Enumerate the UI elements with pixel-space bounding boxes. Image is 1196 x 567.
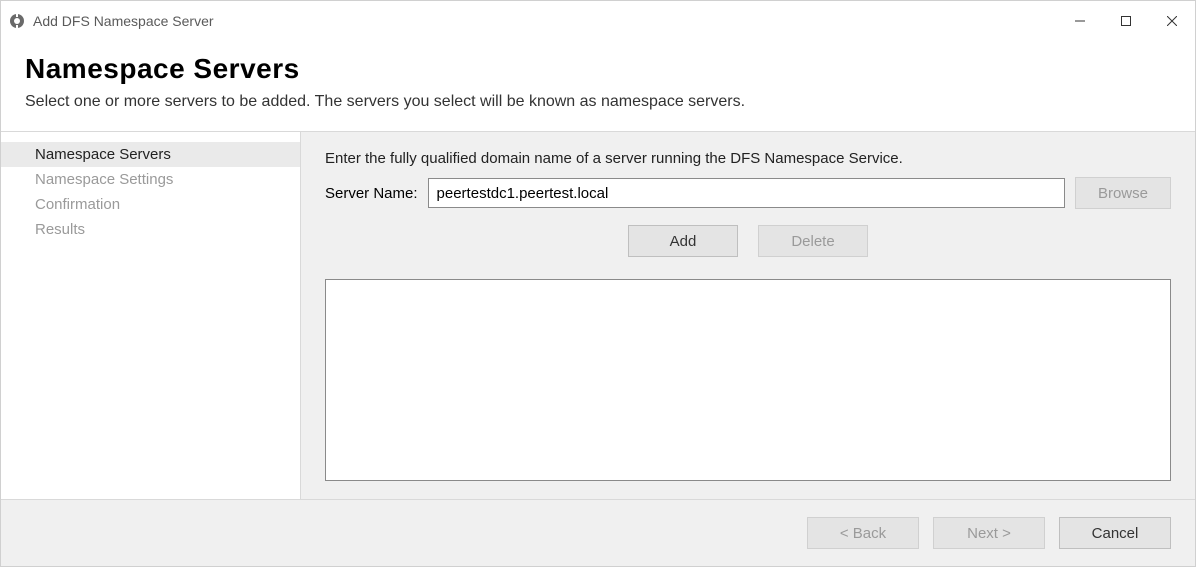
step-namespace-settings[interactable]: Namespace Settings: [1, 167, 300, 192]
wizard-footer: < Back Next > Cancel: [1, 500, 1195, 566]
add-delete-row: Add Delete: [325, 225, 1171, 257]
server-listbox[interactable]: [325, 279, 1171, 481]
next-button[interactable]: Next >: [933, 517, 1045, 549]
cancel-button[interactable]: Cancel: [1059, 517, 1171, 549]
browse-button[interactable]: Browse: [1075, 177, 1171, 209]
step-results[interactable]: Results: [1, 217, 300, 242]
main-panel: Enter the fully qualified domain name of…: [301, 132, 1195, 499]
delete-button[interactable]: Delete: [758, 225, 868, 257]
close-button[interactable]: [1149, 5, 1195, 37]
server-name-input[interactable]: [428, 178, 1065, 208]
server-name-label: Server Name:: [325, 185, 418, 202]
page-title: Namespace Servers: [25, 53, 1171, 85]
add-button[interactable]: Add: [628, 225, 738, 257]
body: Namespace Servers Namespace Settings Con…: [1, 131, 1195, 500]
dialog-window: Add DFS Namespace Server Namespace Serve…: [0, 0, 1196, 567]
titlebar: Add DFS Namespace Server: [1, 1, 1195, 41]
wizard-steps: Namespace Servers Namespace Settings Con…: [1, 132, 301, 499]
window-title: Add DFS Namespace Server: [33, 13, 1057, 29]
maximize-button[interactable]: [1103, 5, 1149, 37]
instruction-text: Enter the fully qualified domain name of…: [325, 150, 1171, 167]
back-button[interactable]: < Back: [807, 517, 919, 549]
step-confirmation[interactable]: Confirmation: [1, 192, 300, 217]
minimize-button[interactable]: [1057, 5, 1103, 37]
step-namespace-servers[interactable]: Namespace Servers: [1, 142, 300, 167]
server-name-row: Server Name: Browse: [325, 177, 1171, 209]
header: Namespace Servers Select one or more ser…: [1, 41, 1195, 131]
app-icon: [9, 13, 25, 29]
page-description: Select one or more servers to be added. …: [25, 93, 1171, 111]
